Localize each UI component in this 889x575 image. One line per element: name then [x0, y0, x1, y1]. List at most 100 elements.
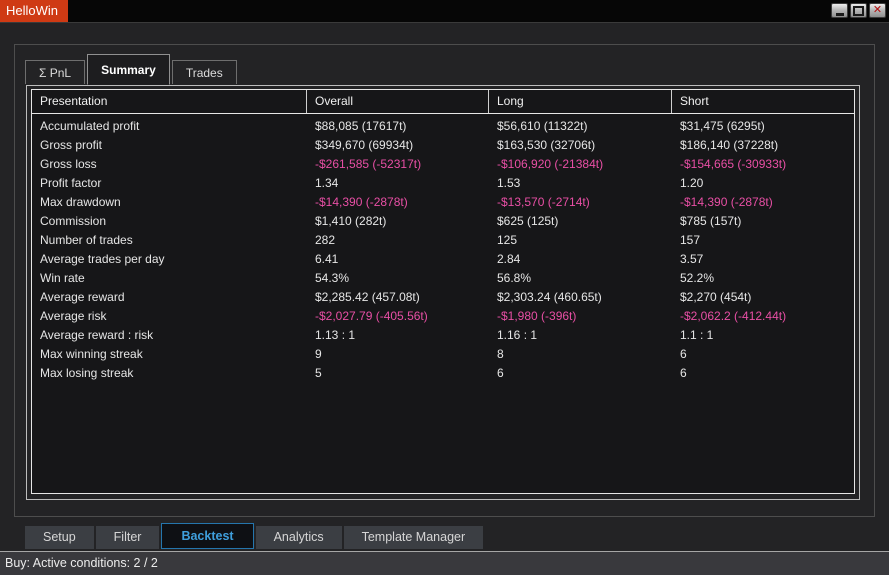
cell-value: $2,270 (454t) [672, 288, 854, 307]
cell-value: 6 [672, 345, 854, 364]
status-bar: Buy: Active conditions: 2 / 2 [0, 551, 889, 575]
cell-value: 6 [672, 364, 854, 383]
table-rows: Accumulated profit$88,085 (17617t)$56,61… [32, 114, 854, 383]
tab-trades[interactable]: Trades [172, 60, 237, 84]
column-header-presentation: Presentation [32, 90, 307, 113]
cell-value: $2,303.24 (460.65t) [489, 288, 672, 307]
tab-template-manager[interactable]: Template Manager [344, 526, 484, 549]
cell-label: Gross profit [32, 136, 307, 155]
maximize-button[interactable] [850, 3, 867, 18]
cell-value: 282 [307, 231, 489, 250]
table-row: Accumulated profit$88,085 (17617t)$56,61… [32, 117, 854, 136]
cell-value: 9 [307, 345, 489, 364]
cell-label: Profit factor [32, 174, 307, 193]
cell-value: $163,530 (32706t) [489, 136, 672, 155]
table-row: Gross profit$349,670 (69934t)$163,530 (3… [32, 136, 854, 155]
tab-summary[interactable]: Summary [87, 54, 170, 85]
table-row: Average trades per day6.412.843.57 [32, 250, 854, 269]
minimize-icon [836, 13, 844, 16]
cell-value: -$154,665 (-30933t) [672, 155, 854, 174]
column-header-long: Long [489, 90, 672, 113]
table-row: Average risk-$2,027.79 (-405.56t)-$1,980… [32, 307, 854, 326]
cell-value: -$2,027.79 (-405.56t) [307, 307, 489, 326]
bottom-tab-strip: SetupFilterBacktestAnalyticsTemplate Man… [25, 522, 483, 549]
summary-tab-page: PresentationOverallLongShort Accumulated… [26, 85, 860, 500]
cell-value: -$261,585 (-52317t) [307, 155, 489, 174]
cell-value: -$2,062.2 (-412.44t) [672, 307, 854, 326]
column-header-short: Short [672, 90, 854, 113]
cell-value: -$14,390 (-2878t) [672, 193, 854, 212]
cell-value: 1.16 : 1 [489, 326, 672, 345]
cell-value: $186,140 (37228t) [672, 136, 854, 155]
window-controls: ✕ [831, 3, 886, 18]
cell-value: $1,410 (282t) [307, 212, 489, 231]
tab-setup[interactable]: Setup [25, 526, 94, 549]
cell-value: 157 [672, 231, 854, 250]
status-text: Buy: Active conditions: 2 / 2 [0, 552, 889, 574]
app-title: HelloWin [0, 0, 68, 22]
table-row: Win rate54.3%56.8%52.2% [32, 269, 854, 288]
cell-value: 1.53 [489, 174, 672, 193]
table-row: Max winning streak986 [32, 345, 854, 364]
main-panel: Σ PnLSummaryTrades PresentationOverallLo… [14, 44, 875, 517]
cell-value: $31,475 (6295t) [672, 117, 854, 136]
maximize-icon [853, 6, 864, 16]
top-tab-strip: Σ PnLSummaryTrades [25, 54, 239, 84]
cell-value: 54.3% [307, 269, 489, 288]
cell-value: $56,610 (11322t) [489, 117, 672, 136]
cell-value: 6.41 [307, 250, 489, 269]
cell-value: $785 (157t) [672, 212, 854, 231]
cell-label: Average trades per day [32, 250, 307, 269]
cell-value: $349,670 (69934t) [307, 136, 489, 155]
cell-value: 5 [307, 364, 489, 383]
title-bar: HelloWin ✕ [0, 0, 889, 23]
app-window: HelloWin ✕ Σ PnLSummaryTrades Presentati… [0, 0, 889, 575]
cell-value: 125 [489, 231, 672, 250]
cell-value: 6 [489, 364, 672, 383]
cell-label: Win rate [32, 269, 307, 288]
cell-value: 56.8% [489, 269, 672, 288]
column-header-overall: Overall [307, 90, 489, 113]
tab-pnl[interactable]: Σ PnL [25, 60, 85, 84]
cell-label: Average risk [32, 307, 307, 326]
close-button[interactable]: ✕ [869, 3, 886, 18]
close-icon: ✕ [873, 5, 882, 16]
cell-value: 1.34 [307, 174, 489, 193]
cell-label: Average reward [32, 288, 307, 307]
cell-value: 1.1 : 1 [672, 326, 854, 345]
summary-table: PresentationOverallLongShort Accumulated… [31, 89, 855, 494]
table-row: Max losing streak566 [32, 364, 854, 383]
cell-value: 3.57 [672, 250, 854, 269]
cell-value: -$14,390 (-2878t) [307, 193, 489, 212]
table-row: Average reward : risk1.13 : 11.16 : 11.1… [32, 326, 854, 345]
cell-value: 8 [489, 345, 672, 364]
cell-label: Accumulated profit [32, 117, 307, 136]
tab-backtest[interactable]: Backtest [161, 523, 253, 549]
cell-value: $88,085 (17617t) [307, 117, 489, 136]
table-row: Max drawdown-$14,390 (-2878t)-$13,570 (-… [32, 193, 854, 212]
table-row: Number of trades282125157 [32, 231, 854, 250]
cell-label: Average reward : risk [32, 326, 307, 345]
cell-value: 2.84 [489, 250, 672, 269]
cell-label: Commission [32, 212, 307, 231]
cell-value: -$106,920 (-21384t) [489, 155, 672, 174]
cell-value: -$13,570 (-2714t) [489, 193, 672, 212]
table-row: Gross loss-$261,585 (-52317t)-$106,920 (… [32, 155, 854, 174]
cell-value: $625 (125t) [489, 212, 672, 231]
cell-value: -$1,980 (-396t) [489, 307, 672, 326]
tab-filter[interactable]: Filter [96, 526, 160, 549]
table-row: Commission$1,410 (282t)$625 (125t)$785 (… [32, 212, 854, 231]
cell-label: Number of trades [32, 231, 307, 250]
cell-value: 52.2% [672, 269, 854, 288]
table-row: Profit factor1.341.531.20 [32, 174, 854, 193]
cell-value: 1.13 : 1 [307, 326, 489, 345]
cell-value: 1.20 [672, 174, 854, 193]
table-header-row: PresentationOverallLongShort [32, 90, 854, 114]
tab-analytics[interactable]: Analytics [256, 526, 342, 549]
cell-label: Max losing streak [32, 364, 307, 383]
minimize-button[interactable] [831, 3, 848, 18]
cell-value: $2,285.42 (457.08t) [307, 288, 489, 307]
cell-label: Max winning streak [32, 345, 307, 364]
table-row: Average reward$2,285.42 (457.08t)$2,303.… [32, 288, 854, 307]
cell-label: Gross loss [32, 155, 307, 174]
